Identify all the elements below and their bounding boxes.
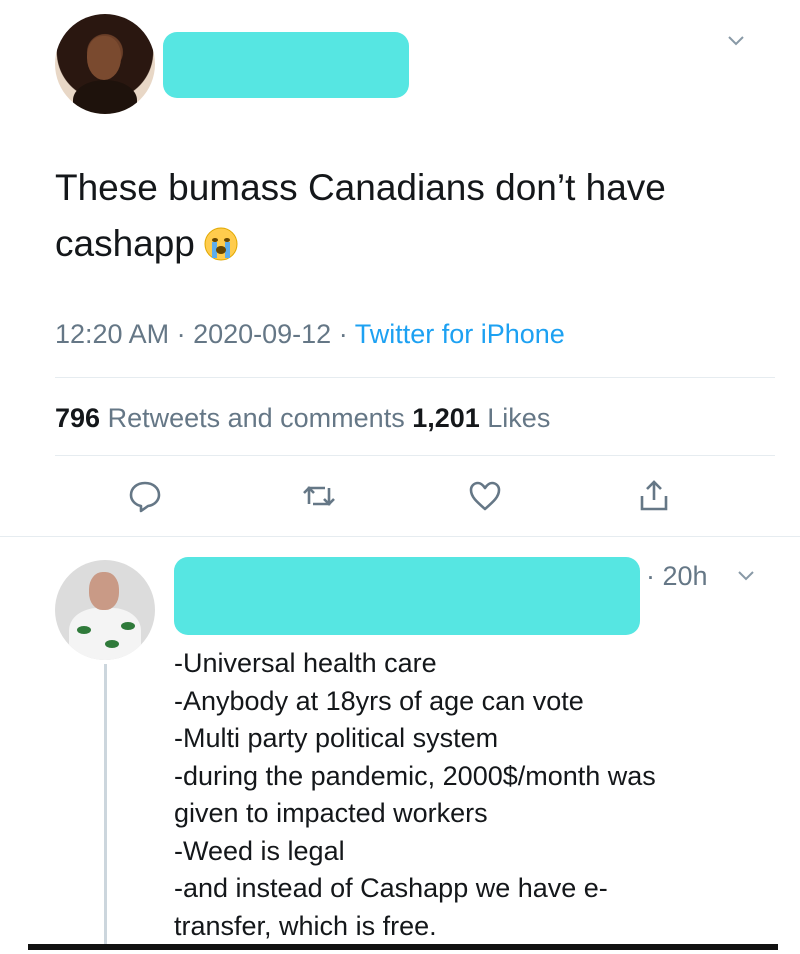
avatar-shirt — [69, 608, 141, 660]
avatar-body — [73, 80, 137, 114]
tweet-text-container: These bumass Canadians don’t have cashap… — [55, 160, 755, 278]
tweet-source-link[interactable]: Twitter for iPhone — [355, 319, 565, 349]
reply-line: -Multi party political system — [174, 723, 499, 753]
likes-count[interactable]: 1,201 — [412, 403, 480, 433]
avatar-face — [87, 36, 121, 80]
tweet-time: 12:20 AM — [55, 319, 170, 349]
author-name-redacted — [163, 32, 409, 98]
divider — [0, 536, 800, 537]
reply-author-avatar[interactable] — [55, 560, 155, 660]
meta-separator: · — [331, 319, 355, 349]
tweet-text: These bumass Canadians don’t have cashap… — [55, 167, 666, 264]
thread-line — [104, 664, 107, 944]
reply-icon[interactable] — [127, 478, 163, 514]
divider — [55, 377, 775, 378]
reply-line: transfer, which is free. — [174, 910, 437, 941]
shirt-pattern — [77, 626, 91, 634]
tweet-meta: 12:20 AM · 2020-09-12 · Twitter for iPho… — [55, 314, 565, 354]
reply-line: given to impacted workers — [174, 798, 488, 828]
loudly-crying-face-icon — [203, 222, 239, 278]
likes-label[interactable]: Likes — [480, 403, 550, 433]
reply-line: -Anybody at 18yrs of age can vote — [174, 685, 584, 716]
reply-text: -Universal health care -Anybody at 18yrs… — [174, 645, 764, 945]
author-avatar[interactable] — [55, 14, 155, 114]
chevron-down-icon[interactable] — [726, 30, 746, 50]
chevron-down-icon[interactable] — [736, 565, 756, 585]
tweet-date: 2020-09-12 — [193, 319, 332, 349]
reply-time: · 20h — [646, 561, 708, 591]
tweet-stats: 796 Retweets and comments 1,201 Likes — [55, 398, 550, 438]
retweets-count[interactable]: 796 — [55, 403, 100, 433]
meta-separator: · — [169, 319, 194, 349]
retweets-label[interactable]: Retweets and comments — [100, 403, 412, 433]
reply-line: -Weed is legal — [174, 835, 345, 866]
bottom-edge-bar — [28, 944, 778, 950]
reply-author-name-redacted — [174, 557, 640, 635]
share-icon[interactable] — [636, 478, 672, 514]
reply-line: -and instead of Cashapp we have e- — [174, 873, 608, 903]
shirt-pattern — [105, 640, 119, 648]
retweet-icon[interactable] — [301, 478, 337, 514]
reply-line: -during the pandemic, 2000$/month was — [174, 760, 656, 791]
reply-line: -Universal health care — [174, 648, 437, 678]
avatar-head — [89, 572, 119, 610]
shirt-pattern — [121, 622, 135, 630]
divider — [55, 455, 775, 456]
heart-icon[interactable] — [467, 478, 503, 514]
